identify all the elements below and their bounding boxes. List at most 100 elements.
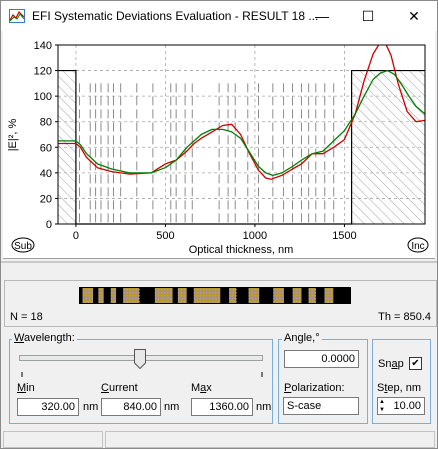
stripe-dot: [327, 298, 329, 300]
stripe-dot: [208, 289, 211, 291]
current-wavelength-input[interactable]: 840.00: [101, 398, 161, 416]
app-window: EFI Systematic Deviations Evaluation - R…: [0, 0, 438, 449]
stripe-dot: [129, 301, 131, 303]
slider-thumb[interactable]: [134, 349, 146, 369]
x-tick-label: 500: [156, 230, 174, 242]
efi-chart-panel[interactable]: 0 20 40 60 80 100 120 140 0 500 1000 1500 Optical t…: [3, 31, 435, 259]
stripe-dot: [298, 292, 301, 294]
stripe-dot: [295, 298, 298, 300]
min-label: Min: [17, 382, 35, 394]
stripe-dot: [199, 301, 202, 303]
stripe-dot: [91, 292, 93, 294]
stripe-dot: [202, 292, 205, 294]
spin-up-icon[interactable]: ▲: [379, 398, 388, 406]
stripe-dot: [235, 301, 237, 303]
stripe-dot: [211, 289, 214, 291]
stripe-dot: [298, 298, 301, 300]
title-bar[interactable]: EFI Systematic Deviations Evaluation - R…: [1, 1, 437, 31]
stripe-dot: [229, 298, 231, 300]
stripe-dot: [232, 298, 234, 300]
stripe-dot: [214, 301, 217, 303]
stripe-dot: [91, 289, 93, 291]
stripe-dot: [324, 295, 326, 297]
stripe-dot: [180, 289, 183, 291]
stripe-dot: [166, 298, 169, 300]
stripe-dot: [273, 295, 275, 297]
stripe-dot: [235, 295, 237, 297]
stripe-dot: [276, 292, 278, 294]
stripe-dot: [196, 301, 199, 303]
stripe-dot: [276, 298, 278, 300]
stripe-dot: [180, 298, 183, 300]
minimize-icon: —: [315, 8, 329, 24]
stripe-dot: [135, 301, 137, 303]
stripe-dot: [113, 298, 116, 300]
stripe-dot: [160, 301, 163, 303]
incidence-marker[interactable]: Inc: [407, 237, 429, 253]
stripe-dot: [214, 298, 217, 300]
stripe-dot: [113, 295, 116, 297]
stripe-dot: [208, 298, 211, 300]
stripe-dot: [154, 298, 157, 300]
stripe-dot: [169, 298, 172, 300]
stripe-dot: [129, 289, 131, 291]
stripe-dot: [98, 298, 100, 300]
stripe-dot: [157, 298, 160, 300]
stripe-dot: [126, 292, 128, 294]
stripe-dot: [282, 298, 284, 300]
stripe-dot: [135, 295, 137, 297]
x-axis-label: Optical thickness, nm: [189, 244, 294, 256]
stripe-dot: [308, 292, 311, 294]
snap-check-icon[interactable]: ✔: [409, 357, 422, 370]
min-wavelength-input[interactable]: 320.00: [17, 398, 79, 416]
stripe-dot: [82, 301, 84, 303]
maximize-button[interactable]: ☐: [345, 1, 391, 31]
spin-down-icon[interactable]: ▼: [379, 406, 388, 414]
minimize-button[interactable]: —: [299, 1, 345, 31]
step-spinner[interactable]: ▲ ▼: [379, 398, 388, 414]
stripe-dot: [327, 295, 329, 297]
stripe-dot: [110, 289, 113, 291]
stripe-dot: [180, 292, 183, 294]
stripe-dot: [157, 292, 160, 294]
stripe-dot: [169, 289, 172, 291]
stripe-dot: [276, 301, 278, 303]
stripe-dot: [193, 298, 196, 300]
stripe-dot: [251, 298, 254, 300]
stripe-dot: [91, 298, 93, 300]
splitter[interactable]: [1, 261, 437, 263]
polarization-select[interactable]: S-case: [283, 397, 359, 415]
stripe-dot: [292, 301, 295, 303]
stripe-dot: [166, 301, 169, 303]
app-chart-icon: [9, 9, 25, 23]
substrate-label: Sub: [14, 241, 32, 252]
stripe-dot: [135, 292, 137, 294]
stripe-dot: [208, 295, 211, 297]
stripe-dot: [199, 292, 202, 294]
stripe-dot: [160, 295, 163, 297]
stripe-dot: [257, 289, 260, 291]
stripe-dot: [88, 292, 90, 294]
stripe-dot: [308, 295, 311, 297]
stripe-dot: [292, 298, 295, 300]
stripe-dot: [85, 301, 87, 303]
wavelength-slider[interactable]: [19, 349, 263, 373]
stripe-dot: [330, 295, 332, 297]
stripe-dot: [113, 292, 116, 294]
stripe-dot: [214, 292, 217, 294]
stripe-dot: [273, 301, 275, 303]
stripe-dot: [298, 301, 301, 303]
angle-input[interactable]: 0.0000: [284, 350, 359, 368]
stripe-dot: [166, 295, 169, 297]
stripe-dot: [311, 298, 314, 300]
y-tick-label: 140: [34, 40, 52, 52]
close-button[interactable]: ✕: [391, 1, 437, 31]
stripe-dot: [132, 301, 134, 303]
stripe-dot: [279, 298, 281, 300]
stripe-dot: [330, 301, 332, 303]
substrate-marker[interactable]: Sub: [11, 237, 35, 253]
max-wavelength-input[interactable]: 1360.00: [191, 398, 253, 416]
stripe-dot: [311, 295, 314, 297]
stripe-dot: [157, 295, 160, 297]
efi-chart[interactable]: 0 20 40 60 80 100 120 140 0 500 1000 1500 Optical t…: [3, 31, 435, 258]
